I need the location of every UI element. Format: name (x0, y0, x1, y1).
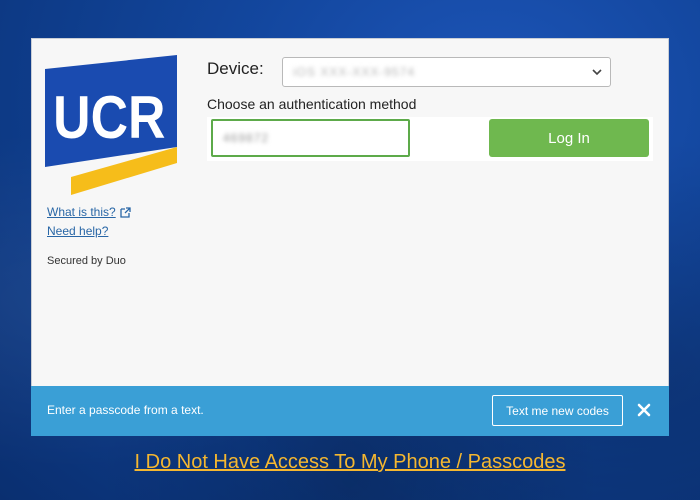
close-icon[interactable] (637, 403, 651, 417)
secured-by-duo: Secured by Duo (47, 255, 126, 267)
ucr-logo: UCR (45, 55, 177, 195)
login-button[interactable]: Log In (489, 119, 649, 157)
help-links: What is this? Need help? (47, 203, 131, 241)
ucr-logo-text: UCR (53, 83, 165, 151)
passcode-row: 469872 Log In (207, 117, 653, 161)
no-access-link[interactable]: I Do Not Have Access To My Phone / Passc… (135, 451, 566, 473)
passcode-input[interactable]: 469872 (211, 119, 410, 157)
duo-auth-frame: UCR What is this? Need help? Secured by … (31, 38, 669, 436)
need-help-link[interactable]: Need help? (47, 222, 108, 241)
chevron-down-icon (592, 69, 602, 76)
what-is-this-link[interactable]: What is this? (47, 203, 116, 222)
external-link-icon[interactable] (120, 207, 131, 218)
device-select-value: iOS XXX-XXX-9574 (293, 65, 416, 79)
passcode-value: 469872 (223, 131, 270, 145)
device-select[interactable]: iOS XXX-XXX-9574 (282, 57, 611, 87)
auth-method-label: Choose an authentication method (207, 96, 417, 112)
message-text: Enter a passcode from a text. (47, 403, 204, 417)
message-bar: Enter a passcode from a text. Text me ne… (31, 386, 669, 436)
no-access-link-container: I Do Not Have Access To My Phone / Passc… (0, 451, 700, 474)
device-label: Device: (207, 59, 264, 78)
text-me-new-codes-button[interactable]: Text me new codes (492, 395, 623, 426)
